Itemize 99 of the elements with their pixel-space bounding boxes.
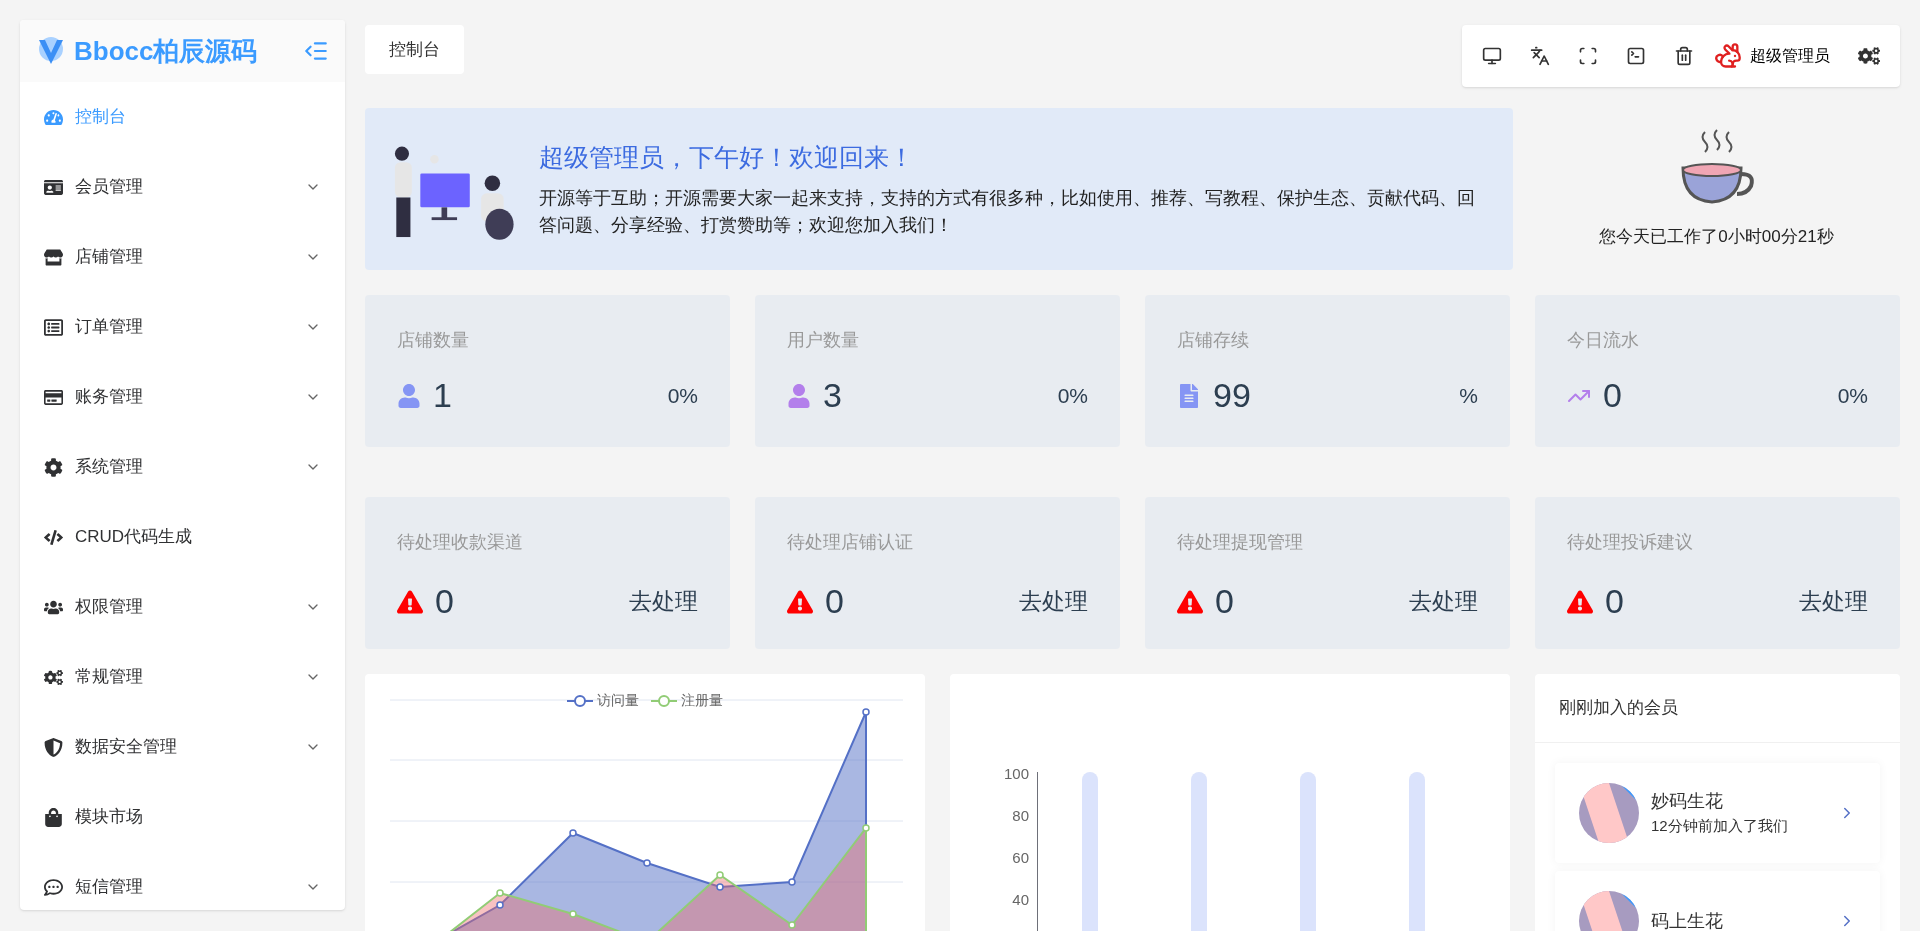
rabbit-avatar-icon — [1714, 42, 1742, 70]
user-name[interactable]: 超级管理员 — [1750, 44, 1830, 68]
warning-icon — [397, 588, 423, 615]
id-card-icon — [44, 177, 63, 197]
pending-value: 0 — [435, 581, 454, 622]
pending-label: 待处理提现管理 — [1177, 531, 1304, 554]
stat-value: 0 — [1603, 375, 1622, 416]
data-point — [716, 883, 724, 891]
translate-icon[interactable] — [1530, 46, 1550, 66]
sidebar-item[interactable]: CRUD代码生成 — [20, 502, 345, 572]
stat-percent: 0% — [667, 382, 698, 409]
sidebar-item-label: CRUD代码生成 — [75, 526, 193, 549]
welcome-text: 开源等于互助；开源需要大家一起来支持，支持的方式有很多种，比如使用、推荐、写教程、保护生态、贡献代码、回答问题、分享经验、打赏赞助等；欢迎您加入我们！ — [539, 186, 1477, 237]
pending-value: 0 — [825, 581, 844, 622]
data-point — [716, 871, 724, 879]
legend-label[interactable]: 访问量 — [597, 690, 639, 711]
sidebar-item-label: 会员管理 — [75, 176, 143, 199]
stat-value: 99 — [1213, 375, 1251, 416]
bag-icon — [44, 807, 63, 827]
shield-icon — [44, 737, 63, 757]
process-link[interactable]: 去处理 — [1799, 584, 1868, 619]
member-name: 妙码生花 — [1651, 790, 1724, 814]
member-name: 码上生花 — [1651, 909, 1723, 931]
member-join-time: 12分钟前加入了我们 — [1651, 816, 1788, 837]
axis-tick-label: 40 — [1012, 892, 1029, 910]
stat-label: 今日流水 — [1567, 329, 1640, 352]
sidebar-item-label: 权限管理 — [75, 596, 143, 619]
stat-percent: % — [1459, 382, 1478, 409]
sidebar-item-label: 账务管理 — [75, 386, 143, 409]
stat-value: 3 — [823, 375, 842, 416]
data-point — [788, 878, 796, 886]
sidebar-item-label: 系统管理 — [75, 456, 143, 479]
member-item[interactable]: 妙码生花 12分钟前加入了我们 — [1555, 763, 1880, 863]
stat-value: 1 — [433, 375, 452, 416]
warning-icon — [787, 588, 813, 615]
sidebar-item[interactable]: 模块市场 — [20, 782, 345, 852]
monitor-icon[interactable] — [1482, 46, 1502, 66]
member-item[interactable]: 码上生花 — [1555, 871, 1880, 931]
sidebar-item[interactable]: 系统管理 — [20, 432, 345, 502]
terminal-icon[interactable] — [1626, 46, 1646, 66]
trash-icon[interactable] — [1674, 46, 1694, 66]
work-time-text: 您今天已工作了0小时00分21秒 — [1599, 226, 1834, 249]
warning-icon — [1567, 588, 1593, 615]
data-point — [862, 824, 870, 832]
data-point — [569, 910, 577, 918]
stat-percent: 0% — [1057, 382, 1088, 409]
process-link[interactable]: 去处理 — [1409, 584, 1478, 619]
list-icon — [44, 317, 63, 337]
data-point — [643, 859, 651, 867]
logo-text: Bbocc柏辰源码 — [74, 34, 258, 68]
stat-label: 店铺数量 — [397, 329, 470, 352]
settings-icon — [44, 457, 63, 477]
data-point — [496, 901, 504, 909]
sidebar-item-label: 店铺管理 — [75, 246, 143, 269]
sidebar-item-label: 模块市场 — [75, 806, 143, 829]
axis-tick-label: 100 — [1003, 766, 1029, 784]
welcome-title: 超级管理员，下午好！欢迎回来！ — [539, 142, 916, 174]
sidebar-item-label: 控制台 — [75, 106, 126, 129]
code-icon — [44, 527, 63, 547]
data-point — [862, 708, 870, 716]
settings-icon[interactable] — [1858, 45, 1880, 67]
pending-label: 待处理收款渠道 — [397, 531, 524, 554]
sidebar-item-label: 短信管理 — [75, 876, 143, 899]
pending-value: 0 — [1605, 581, 1624, 622]
gears-icon — [44, 667, 63, 687]
sidebar-item-label: 数据安全管理 — [75, 736, 177, 759]
dashboard-icon — [44, 107, 63, 127]
sidebar-item[interactable]: 权限管理 — [20, 572, 345, 642]
avatar-icon — [1579, 783, 1639, 843]
axis-tick-label: 60 — [1012, 850, 1029, 868]
data-point — [569, 829, 577, 837]
warning-icon — [1177, 588, 1203, 615]
sidebar-item[interactable]: 数据安全管理 — [20, 712, 345, 782]
sidebar-item[interactable]: 账务管理 — [20, 362, 345, 432]
sidebar-item-label: 订单管理 — [75, 316, 143, 339]
stat-label: 店铺存续 — [1177, 329, 1250, 352]
tab[interactable]: 控制台 — [365, 25, 464, 74]
fullscreen-icon[interactable] — [1578, 46, 1598, 66]
pending-value: 0 — [1215, 581, 1234, 622]
sidebar-item[interactable]: 短信管理 — [20, 852, 345, 910]
process-link[interactable]: 去处理 — [1019, 584, 1088, 619]
process-link[interactable]: 去处理 — [629, 584, 698, 619]
legend-label[interactable]: 注册量 — [681, 690, 723, 711]
data-point — [496, 889, 504, 897]
pending-label: 待处理店铺认证 — [787, 531, 914, 554]
logo-icon — [36, 36, 66, 66]
sidebar-item[interactable]: 会员管理 — [20, 152, 345, 222]
sidebar-item[interactable]: 订单管理 — [20, 292, 345, 362]
sidebar-item[interactable]: 店铺管理 — [20, 222, 345, 292]
sidebar-item-label: 常规管理 — [75, 666, 143, 689]
store-icon — [44, 247, 63, 267]
pending-label: 待处理投诉建议 — [1567, 531, 1694, 554]
stat-percent: 0% — [1837, 382, 1868, 409]
axis-tick-label: 80 — [1012, 808, 1029, 826]
members-title: 刚刚加入的会员 — [1535, 674, 1900, 743]
stat-label: 用户数量 — [787, 329, 860, 352]
sidebar-item[interactable]: 常规管理 — [20, 642, 345, 712]
chat-icon — [44, 877, 63, 897]
card-icon — [44, 387, 63, 407]
